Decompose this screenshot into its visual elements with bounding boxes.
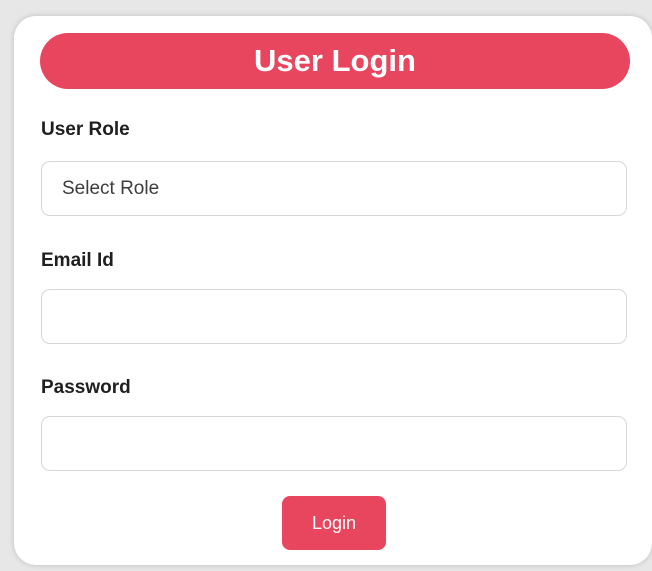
user-role-select[interactable]: Select Role <box>41 161 627 216</box>
email-label: Email Id <box>41 250 114 271</box>
login-title: User Login <box>40 33 630 89</box>
login-button[interactable]: Login <box>282 496 386 550</box>
password-field[interactable] <box>41 416 627 471</box>
user-role-label: User Role <box>41 119 130 140</box>
password-label: Password <box>41 377 131 398</box>
email-field[interactable] <box>41 289 627 344</box>
login-card: User Login User Role Select Role Email I… <box>14 16 652 565</box>
